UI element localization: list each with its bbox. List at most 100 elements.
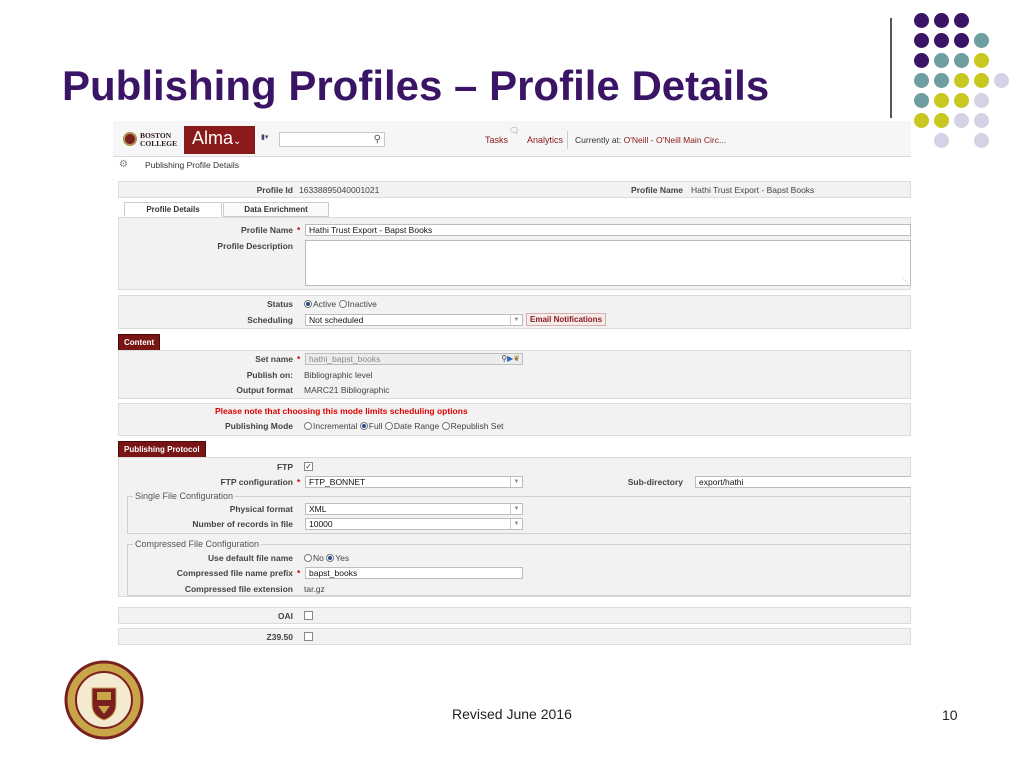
page-number: 10 bbox=[942, 707, 958, 723]
task-bubble-icon: 🗨 bbox=[509, 126, 520, 135]
decorative-dot bbox=[914, 13, 929, 28]
scheduling-label: Scheduling bbox=[247, 315, 293, 325]
decorative-dot bbox=[954, 33, 969, 48]
status-label: Status bbox=[267, 299, 293, 309]
summary-profile-name-value: Hathi Trust Export - Bapst Books bbox=[691, 185, 815, 195]
subdirectory-label: Sub-directory bbox=[627, 477, 683, 487]
content-panel: Set name * hathi_bapst_books ⚲▶❦ Publish… bbox=[118, 350, 911, 399]
file-prefix-field[interactable]: bapst_books bbox=[305, 567, 523, 579]
breadcrumb: ⚙ Publishing Profile Details bbox=[113, 157, 911, 173]
alma-header: BOSTON COLLEGE Alma⌄ ▮▾ ⚲ Tasks 🗨 Analyt… bbox=[113, 121, 911, 157]
crest-icon bbox=[123, 132, 137, 146]
file-extension-value: tar.gz bbox=[304, 584, 325, 594]
mode-date-range-radio[interactable] bbox=[384, 422, 393, 430]
broom-icon[interactable]: ❦ bbox=[513, 354, 520, 363]
search-input[interactable]: ⚲ bbox=[279, 132, 385, 147]
default-name-yes-label: Yes bbox=[335, 553, 350, 563]
analytics-link[interactable]: Analytics bbox=[527, 135, 563, 145]
profile-id-value: 16338895040001021 bbox=[299, 185, 380, 195]
subdirectory-field[interactable]: export/hathi bbox=[695, 476, 911, 488]
default-name-no-radio[interactable] bbox=[304, 554, 312, 562]
physical-format-dropdown[interactable]: XML ▼ bbox=[305, 503, 523, 515]
search-type-icon: ▮ bbox=[261, 134, 265, 141]
decorative-dot bbox=[974, 113, 989, 128]
tasks-link[interactable]: Tasks bbox=[485, 135, 508, 145]
status-active-radio[interactable] bbox=[304, 300, 312, 308]
alma-menu-button[interactable]: Alma⌄ bbox=[184, 126, 255, 154]
currently-at-label: Currently at: bbox=[575, 135, 622, 145]
decorative-dot bbox=[954, 13, 969, 28]
decorative-dot bbox=[934, 93, 949, 108]
profile-name-field[interactable]: Hathi Trust Export - Bapst Books bbox=[305, 224, 911, 236]
decorative-dots bbox=[908, 13, 1018, 173]
mode-full-radio[interactable] bbox=[359, 422, 368, 430]
email-notifications-button[interactable]: Email Notifications bbox=[526, 313, 607, 326]
chevron-down-icon: ▼ bbox=[510, 477, 522, 487]
required-marker: * bbox=[297, 354, 301, 364]
resize-handle-icon[interactable]: ⋱ bbox=[902, 277, 909, 285]
title-divider bbox=[890, 18, 892, 118]
decorative-dot bbox=[914, 73, 929, 88]
required-marker: * bbox=[297, 225, 301, 235]
mode-warning-note: Please note that choosing this mode limi… bbox=[215, 406, 468, 416]
default-name-yes-radio[interactable] bbox=[326, 554, 335, 562]
ftp-config-dropdown[interactable]: FTP_BONNET ▼ bbox=[305, 476, 523, 488]
footer-revised-date: Revised June 2016 bbox=[452, 706, 572, 722]
status-radio-group: Active Inactive bbox=[304, 299, 377, 309]
decorative-dot bbox=[974, 33, 989, 48]
ftp-config-value: FTP_BONNET bbox=[309, 477, 366, 487]
profile-description-field[interactable]: ⋱ bbox=[305, 240, 911, 286]
tab-data-enrichment[interactable]: Data Enrichment bbox=[223, 202, 329, 217]
alma-label: Alma bbox=[192, 128, 234, 148]
decorative-dot bbox=[994, 73, 1009, 88]
default-file-name-label: Use default file name bbox=[207, 553, 293, 563]
required-marker: * bbox=[297, 568, 301, 578]
summary-profile-name-label: Profile Name bbox=[631, 185, 683, 195]
publishing-mode-label: Publishing Mode bbox=[225, 421, 293, 431]
mode-republish-radio[interactable] bbox=[441, 422, 450, 430]
decorative-dot bbox=[914, 33, 929, 48]
set-name-field[interactable]: hathi_bapst_books ⚲▶❦ bbox=[305, 353, 523, 365]
decorative-dot bbox=[934, 113, 949, 128]
file-prefix-label: Compressed file name prefix bbox=[176, 568, 293, 578]
decorative-dot bbox=[934, 133, 949, 148]
decorative-dot bbox=[974, 133, 989, 148]
chevron-down-icon: ▼ bbox=[510, 504, 522, 514]
search-type-dropdown[interactable]: ▮▾ bbox=[261, 133, 279, 145]
profile-id-label: Profile Id bbox=[256, 185, 293, 195]
decorative-dot bbox=[974, 93, 989, 108]
search-icon[interactable]: ⚲ bbox=[374, 134, 381, 145]
status-active-label: Active bbox=[313, 299, 337, 309]
scheduling-dropdown[interactable]: Not scheduled ▼ bbox=[305, 314, 523, 326]
ftp-config-label: FTP configuration bbox=[220, 477, 293, 487]
profile-name-label: Profile Name bbox=[241, 225, 293, 235]
content-section-button[interactable]: Content bbox=[118, 334, 161, 351]
profile-description-label: Profile Description bbox=[217, 241, 293, 251]
decorative-dot bbox=[914, 113, 929, 128]
publishing-protocol-section-button[interactable]: Publishing Protocol bbox=[118, 441, 206, 458]
decorative-dot bbox=[954, 113, 969, 128]
scheduling-value: Not scheduled bbox=[309, 315, 364, 325]
current-location[interactable]: Currently at: O'Neill - O'Neill Main Cir… bbox=[567, 131, 726, 149]
file-extension-label: Compressed file extension bbox=[184, 584, 293, 594]
decorative-dot bbox=[934, 73, 949, 88]
z3950-checkbox[interactable] bbox=[304, 632, 313, 641]
mode-full-label: Full bbox=[368, 421, 383, 431]
profile-icon: ⚙ bbox=[119, 159, 128, 170]
boston-college-logo: BOSTON COLLEGE bbox=[123, 129, 185, 151]
records-in-file-dropdown[interactable]: 10000 ▼ bbox=[305, 518, 523, 530]
oai-checkbox[interactable] bbox=[304, 611, 313, 620]
chevron-down-icon: ▼ bbox=[510, 315, 522, 325]
decorative-dot bbox=[934, 53, 949, 68]
decorative-dot bbox=[954, 93, 969, 108]
ftp-checkbox[interactable]: ✓ bbox=[304, 462, 313, 471]
default-name-no-label: No bbox=[313, 553, 324, 563]
mode-incremental-radio[interactable] bbox=[304, 422, 312, 430]
status-inactive-radio[interactable] bbox=[338, 300, 347, 308]
tab-profile-details[interactable]: Profile Details bbox=[124, 202, 222, 217]
publish-on-value: Bibliographic level bbox=[304, 370, 373, 380]
physical-format-value: XML bbox=[309, 504, 327, 514]
records-in-file-value: 10000 bbox=[309, 519, 333, 529]
decorative-dot bbox=[934, 13, 949, 28]
decorative-dot bbox=[954, 73, 969, 88]
